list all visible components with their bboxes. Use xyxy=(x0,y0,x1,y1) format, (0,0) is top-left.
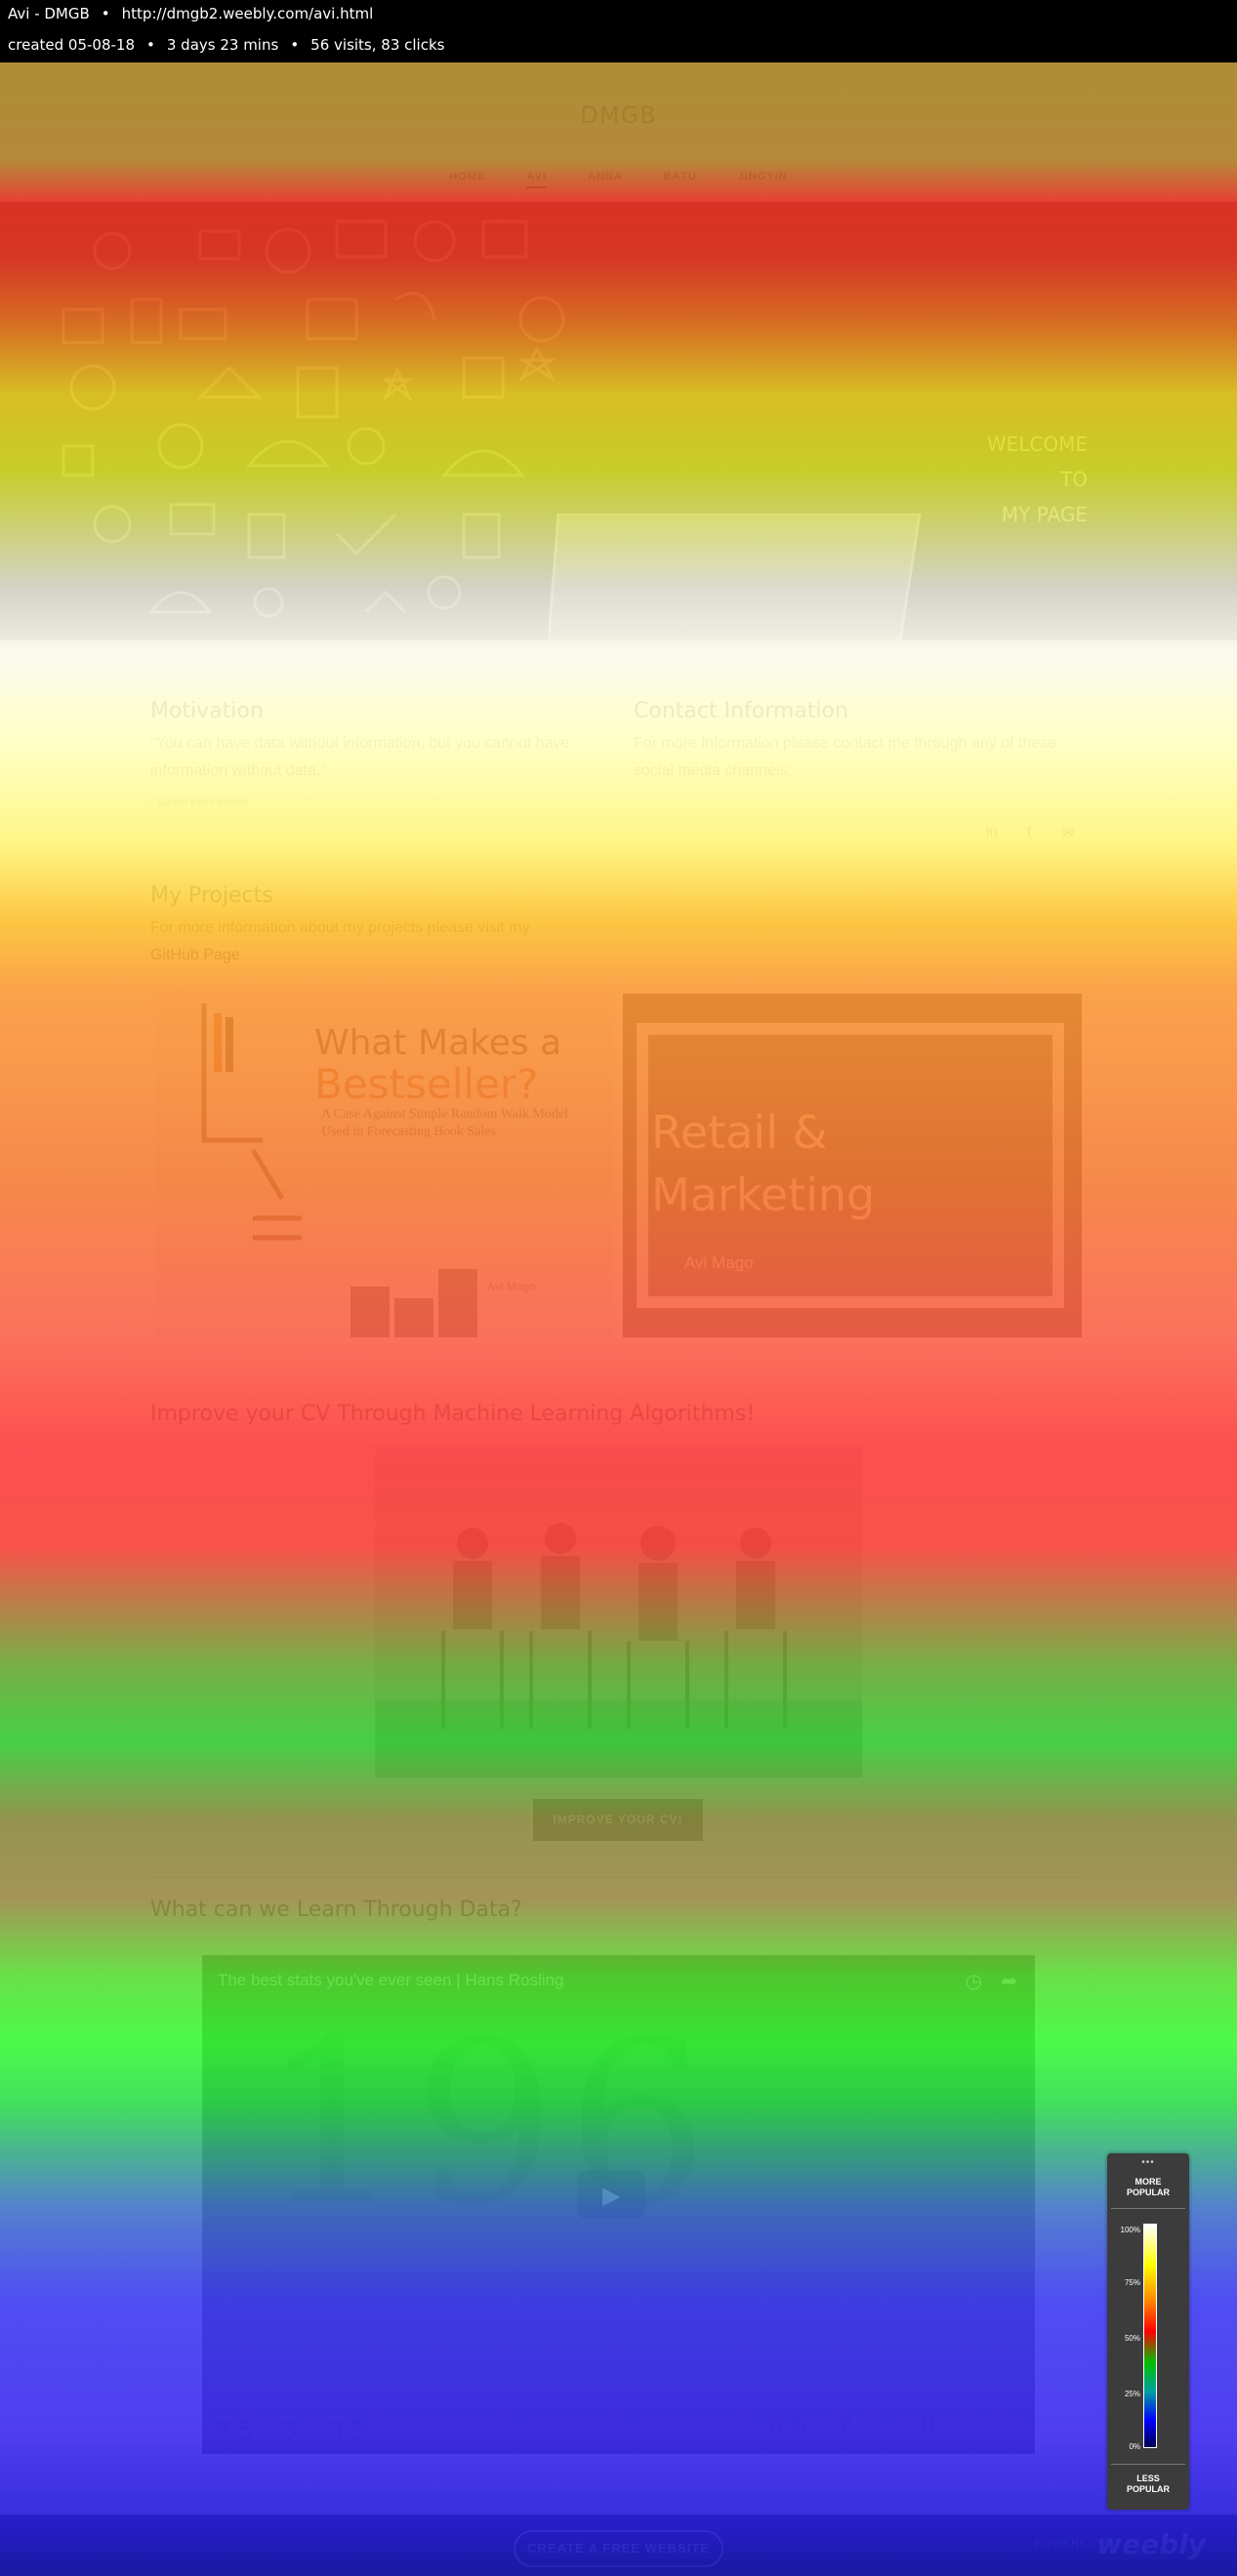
projects-text: For more information about my projects p… xyxy=(150,920,530,936)
section-divider xyxy=(150,861,1087,862)
project2-title: Retail & Marketing xyxy=(651,1101,875,1226)
cv-robot-image xyxy=(375,1446,862,1778)
welcome-text: WELCOME TO MY PAGE xyxy=(987,427,1088,532)
project1-author: Avi Mago xyxy=(487,1280,536,1293)
play-button[interactable]: ▶ xyxy=(577,2170,645,2219)
video-title[interactable]: The best stats you've ever seen | Hans R… xyxy=(218,1971,563,1990)
section-divider xyxy=(150,1877,1087,1878)
site-footer: CREATE A FREE WEBSITE POWERED BY weebly xyxy=(0,2515,1237,2576)
clock-icon[interactable]: ◷ xyxy=(966,1969,982,1993)
project2-title-line1: Retail & xyxy=(651,1106,828,1159)
scale-tick: 75% xyxy=(1124,2278,1140,2287)
video-axis-ticks: 2.5 3 3.5 xyxy=(214,2414,366,2445)
bookshelf-illustration xyxy=(201,1003,302,1241)
more-popular-label: MORE POPULAR xyxy=(1107,2177,1189,2198)
project-card-retail[interactable]: Retail & Marketing Avi Mago xyxy=(623,994,1082,1337)
motivation-title: Motivation xyxy=(150,699,264,723)
github-link[interactable]: GitHub Page xyxy=(150,942,240,969)
laptop-image xyxy=(549,513,922,640)
less-label-line: LESS xyxy=(1136,2474,1160,2483)
less-popular-label: LESS POPULAR xyxy=(1107,2474,1189,2495)
project1-title-line1: What Makes a xyxy=(314,1023,562,1063)
people-and-robot-illustration xyxy=(375,1523,862,1778)
share-icon[interactable]: ➦ xyxy=(1001,1969,1017,1993)
cv-title: Improve your CV Through Machine Learning… xyxy=(150,1402,756,1426)
motivation-quote: "You can have data without information, … xyxy=(150,735,570,779)
axis-tick: 2.5 xyxy=(214,2414,252,2444)
nav-item-anna[interactable]: ANNA xyxy=(588,171,623,186)
welcome-line: WELCOME xyxy=(986,432,1088,456)
quote-attribution: - Daniel Keys Moran xyxy=(150,797,248,808)
separator-dot: • xyxy=(146,36,155,54)
less-label-line: POPULAR xyxy=(1126,2484,1170,2494)
more-label-line: POPULAR xyxy=(1126,2188,1170,2197)
weebly-logo[interactable]: weebly xyxy=(1096,2528,1206,2560)
separator-dot: • xyxy=(101,5,110,22)
info-row-stats: created 05-08-18 • 3 days 23 mins • 56 visit… xyxy=(8,36,444,54)
visit-stats: 56 visits, 83 clicks xyxy=(310,36,445,54)
hero-icon-cloud-image xyxy=(62,220,565,618)
data-section-title: What can we Learn Through Data? xyxy=(150,1898,522,1922)
project2-author: Avi Mago xyxy=(684,1253,754,1272)
separator-dot: • xyxy=(290,36,300,54)
welcome-line: TO xyxy=(1060,468,1088,491)
axis-tick: 3.5 xyxy=(327,2414,366,2444)
video-background-year: 196 xyxy=(261,1994,719,2255)
video-axis-ticks-right: 6.5 7 8 xyxy=(768,2410,935,2441)
section-divider xyxy=(150,1384,1087,1385)
contact-text: For more information please contact me t… xyxy=(634,735,1057,779)
project-card-bestseller[interactable]: What Makes a Bestseller? A Case Against … xyxy=(155,994,613,1337)
heat-scale-bar xyxy=(1143,2224,1157,2448)
project1-title-line2: Bestseller? xyxy=(314,1060,539,1108)
axis-tick: 3 xyxy=(282,2414,298,2444)
more-label-line: MORE xyxy=(1134,2177,1162,2187)
scale-tick: 50% xyxy=(1124,2334,1140,2343)
facebook-icon[interactable]: f xyxy=(1027,824,1031,840)
projects-title: My Projects xyxy=(150,883,273,908)
website-page: DMGB HOME AVI ANNA BATU JINGYIN WELCOME … xyxy=(0,62,1237,2576)
site-header: DMGB HOME AVI ANNA BATU JINGYIN xyxy=(0,62,1237,202)
page-url[interactable]: http://dmgb2.weebly.com/avi.html xyxy=(122,5,374,22)
page-title: Avi - DMGB xyxy=(8,5,90,22)
linkedin-icon[interactable]: in xyxy=(986,824,998,840)
legend-divider xyxy=(1111,2208,1185,2209)
scale-tick: 25% xyxy=(1124,2390,1140,2398)
site-nav: HOME AVI ANNA BATU JINGYIN xyxy=(0,171,1237,188)
heatmap-info-bar: Avi - DMGB • http://dmgb2.weebly.com/avi.h… xyxy=(0,0,1237,62)
create-website-button[interactable]: CREATE A FREE WEBSITE xyxy=(514,2530,723,2567)
project1-subtitle: A Case Against Simple Random Walk Model … xyxy=(321,1107,568,1139)
project2-title-line2: Marketing xyxy=(651,1168,876,1221)
nav-item-batu[interactable]: BATU xyxy=(664,171,697,186)
created-date: created 05-08-18 xyxy=(8,36,135,54)
nav-item-home[interactable]: HOME xyxy=(449,171,485,186)
duration: 3 days 23 mins xyxy=(166,36,279,54)
scale-tick: 100% xyxy=(1120,2226,1140,2234)
heatmap-legend[interactable]: ••• MORE POPULAR 100% 75% 50% 25% 0% LES… xyxy=(1107,2153,1189,2510)
drag-handle-icon[interactable]: ••• xyxy=(1107,2157,1189,2168)
site-logo[interactable]: DMGB xyxy=(0,102,1237,129)
improve-cv-button[interactable]: IMPROVE YOUR CV! xyxy=(533,1799,703,1841)
bar-graphic xyxy=(350,1269,477,1337)
play-icon: ▶ xyxy=(602,2183,621,2209)
nav-item-avi[interactable]: AVI xyxy=(526,171,547,188)
embedded-video[interactable]: 196 The best stats you've ever seen | Ha… xyxy=(202,1955,1035,2454)
email-icon[interactable]: ✉ xyxy=(1062,824,1075,841)
welcome-line: MY PAGE xyxy=(1001,503,1088,526)
axis-tick: 6.5 xyxy=(768,2410,806,2440)
nav-item-jingyin[interactable]: JINGYIN xyxy=(738,171,788,186)
legend-divider xyxy=(1111,2464,1185,2465)
axis-tick: 7 xyxy=(837,2410,852,2440)
hero-banner: WELCOME TO MY PAGE xyxy=(0,202,1237,640)
axis-tick: 8 xyxy=(920,2410,936,2440)
contact-title: Contact Information xyxy=(634,699,848,723)
scale-tick: 0% xyxy=(1129,2442,1140,2451)
info-row-page: Avi - DMGB • http://dmgb2.weebly.com/avi.h… xyxy=(8,5,373,22)
